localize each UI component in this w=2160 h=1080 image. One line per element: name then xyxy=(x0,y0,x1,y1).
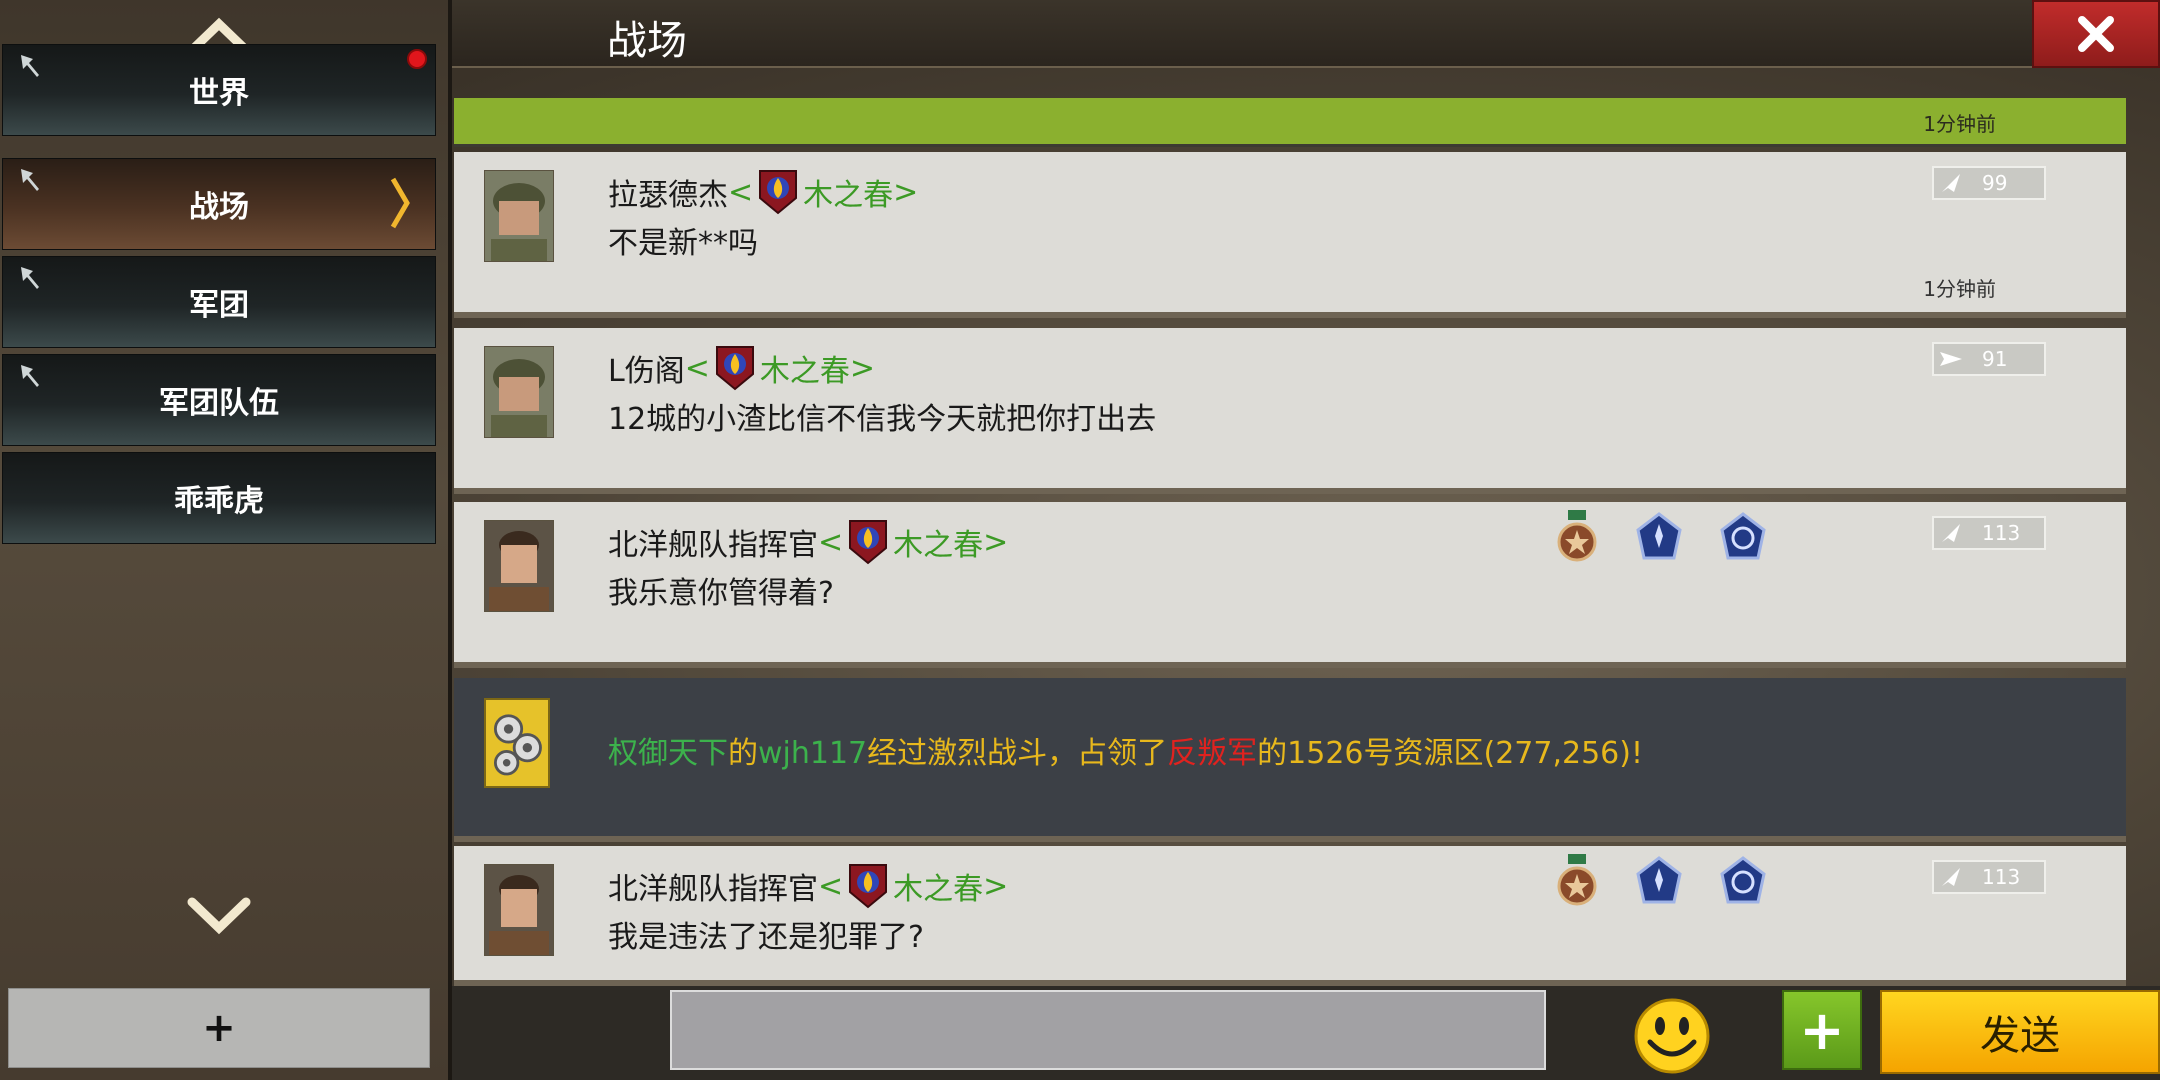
chat-input[interactable] xyxy=(670,990,1546,1070)
input-bar: + 发送 xyxy=(452,986,2160,1080)
guild-name[interactable]: 木之春 xyxy=(893,864,983,908)
rank-arrow-icon xyxy=(1942,174,1960,192)
message-text: 不是新**吗 xyxy=(608,226,758,261)
channel-legion-team[interactable]: 军团队伍 xyxy=(2,354,436,446)
message-text: 12城的小渣比信不信我今天就把你打出去 xyxy=(608,402,1157,437)
guild-name[interactable]: 木之春 xyxy=(893,520,983,564)
location-link[interactable]: 的1526号资源区(277,256)! xyxy=(1257,736,1643,771)
vip-level: 113 xyxy=(1982,865,2021,889)
channel-label: 乖乖虎 xyxy=(174,484,264,519)
unread-dot xyxy=(407,49,427,69)
channel-label: 战场 xyxy=(189,190,249,225)
chat-message[interactable]: L伤阁 < 木之春 > 12城的小渣比信不信我今天就把你打出去 91 xyxy=(454,328,2126,494)
guild-bracket-open: < xyxy=(728,174,754,210)
vip-level: 113 xyxy=(1982,521,2021,545)
guild-bracket-close: > xyxy=(893,174,919,210)
guild-link[interactable]: 权御天下 xyxy=(608,736,728,771)
vip-badge: 91 xyxy=(1932,342,2046,376)
message-author-line: L伤阁 < 木之春 > xyxy=(608,344,875,392)
username[interactable]: L伤阁 xyxy=(608,346,685,390)
system-message[interactable]: 权御天下的wjh117经过激烈战斗，占领了反叛军的1526号资源区(277,25… xyxy=(454,678,2126,842)
player-link[interactable]: wjh117 xyxy=(758,736,867,771)
guild-flame-badge-icon xyxy=(849,864,888,909)
blue-eagle-medal-icon xyxy=(1636,512,1682,560)
username[interactable]: 拉瑟德杰 xyxy=(608,170,728,214)
guild-flame-badge-icon xyxy=(849,520,888,565)
channel-private[interactable]: 乖乖虎 xyxy=(2,452,436,544)
soldier-avatar-icon xyxy=(485,171,553,261)
close-icon xyxy=(2078,16,2114,52)
guild-bracket-open: < xyxy=(684,350,710,386)
scroll-down-icon[interactable] xyxy=(184,890,254,940)
channel-label: 世界 xyxy=(189,76,249,111)
vip-level: 91 xyxy=(1982,347,2008,371)
rank-arrow-icon xyxy=(1940,352,1962,366)
channel-sidebar: 世界 战场 军团 军团队伍 乖乖虎 + xyxy=(0,0,452,1080)
guild-name[interactable]: 木之春 xyxy=(760,346,850,390)
blue-compass-medal-icon xyxy=(1720,512,1766,560)
chevron-right-icon xyxy=(390,177,410,229)
channel-battlefield[interactable]: 战场 xyxy=(2,158,436,250)
timestamp: 1分钟前 xyxy=(1923,112,1996,136)
officer-avatar-icon xyxy=(485,521,553,611)
avatar[interactable] xyxy=(484,346,554,438)
message-text: 我乐意你管得着? xyxy=(608,576,834,611)
vip-badge: 113 xyxy=(1932,860,2046,894)
message-text: 我是违法了还是犯罪了? xyxy=(608,920,924,955)
gears-icon xyxy=(484,698,550,788)
blue-compass-medal-icon xyxy=(1720,856,1766,904)
chat-message[interactable]: 北洋舰队指挥官 < 木之春 > 我是违法了还是犯罪了? 113 xyxy=(454,846,2126,986)
chat-message[interactable]: 北洋舰队指挥官 < 木之春 > 我乐意你管得着? 113 xyxy=(454,502,2126,668)
system-message-text: 权御天下的wjh117经过激烈战斗，占领了反叛军的1526号资源区(277,25… xyxy=(608,736,1643,771)
timestamp: 1分钟前 xyxy=(1923,277,1996,301)
vip-badge: 113 xyxy=(1932,516,2046,550)
message-author-line: 拉瑟德杰 < 木之春 > xyxy=(608,168,918,216)
avatar[interactable] xyxy=(484,170,554,262)
chat-header: 战场 xyxy=(452,0,2160,68)
avatar[interactable] xyxy=(484,864,554,956)
emoji-icon[interactable] xyxy=(1632,996,1712,1076)
channel-label: 军团 xyxy=(189,288,249,323)
officer-avatar-icon xyxy=(485,865,553,955)
page-title: 战场 xyxy=(607,18,687,64)
message-author-line: 北洋舰队指挥官 < 木之春 > xyxy=(608,518,1008,566)
guild-bracket-open: < xyxy=(818,524,844,560)
guild-name[interactable]: 木之春 xyxy=(803,170,893,214)
avatar[interactable] xyxy=(484,520,554,612)
rank-arrow-icon xyxy=(1942,868,1960,886)
username[interactable]: 北洋舰队指挥官 xyxy=(608,520,818,564)
soldier-avatar-icon xyxy=(485,347,553,437)
message-list[interactable]: 1分钟前 拉瑟德杰 < 木之春 > 不是新**吗 99 1分钟前 L伤阁 < 木… xyxy=(452,66,2126,986)
add-channel-button[interactable]: + xyxy=(8,988,430,1068)
message-author-line: 北洋舰队指挥官 < 木之春 > xyxy=(608,862,1008,910)
close-button[interactable] xyxy=(2032,0,2160,68)
blue-eagle-medal-icon xyxy=(1636,856,1682,904)
bronze-star-medal-icon xyxy=(1557,510,1597,562)
guild-bracket-open: < xyxy=(818,868,844,904)
bronze-star-medal-icon xyxy=(1557,854,1597,906)
channel-world[interactable]: 世界 xyxy=(2,44,436,136)
enemy-link[interactable]: 反叛军 xyxy=(1167,736,1257,771)
channel-legion[interactable]: 军团 xyxy=(2,256,436,348)
guild-flame-badge-icon xyxy=(715,346,754,391)
guild-flame-badge-icon xyxy=(759,170,798,215)
guild-bracket-close: > xyxy=(983,524,1009,560)
chat-message[interactable]: 拉瑟德杰 < 木之春 > 不是新**吗 99 1分钟前 xyxy=(454,152,2126,318)
rank-arrow-icon xyxy=(1942,524,1960,542)
attach-button[interactable]: + xyxy=(1782,990,1862,1070)
guild-bracket-close: > xyxy=(983,868,1009,904)
guild-bracket-close: > xyxy=(849,350,875,386)
send-button[interactable]: 发送 xyxy=(1880,990,2160,1074)
username[interactable]: 北洋舰队指挥官 xyxy=(608,864,818,908)
time-divider: 1分钟前 xyxy=(454,98,2126,147)
vip-level: 99 xyxy=(1982,171,2008,195)
channel-label: 军团队伍 xyxy=(159,386,279,421)
vip-badge: 99 xyxy=(1932,166,2046,200)
